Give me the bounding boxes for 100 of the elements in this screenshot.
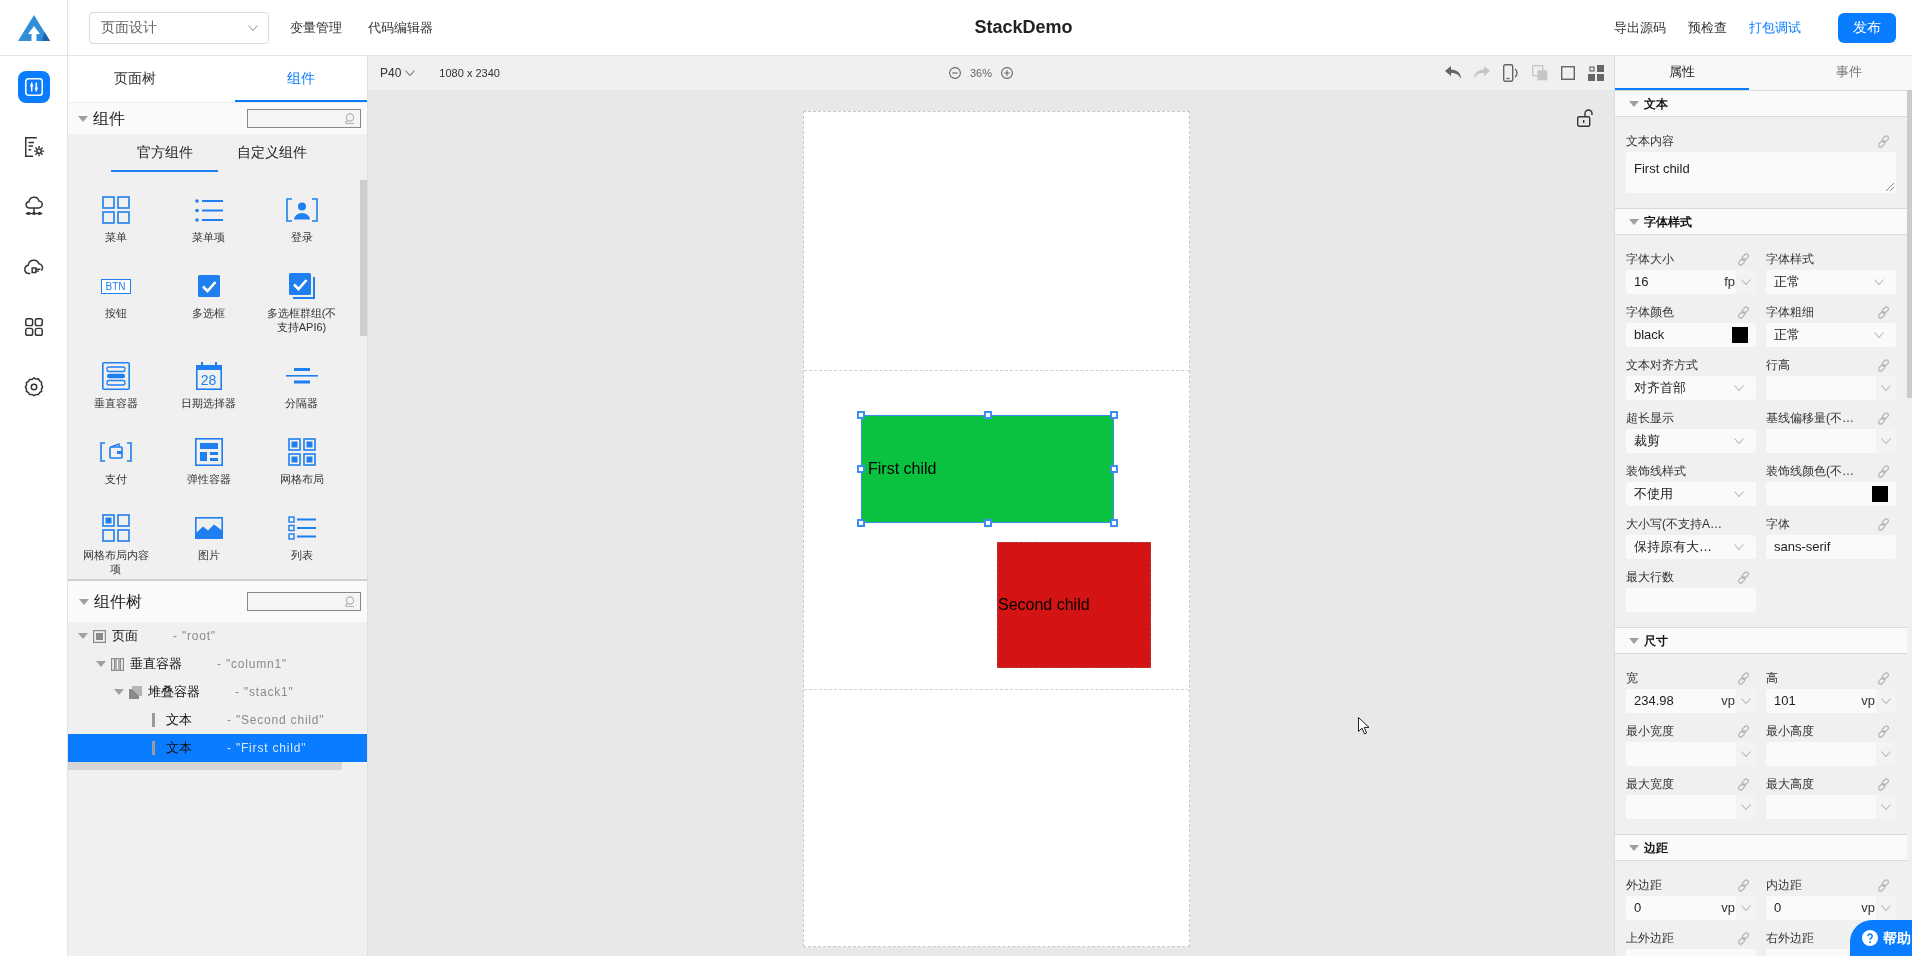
component-tile[interactable]: 菜单项: [162, 182, 255, 258]
section-header[interactable]: 文本: [1615, 90, 1907, 117]
component-tile[interactable]: 网格布局内容项: [69, 500, 162, 579]
component-tile[interactable]: 多选框群组(不支持API6): [255, 258, 348, 348]
text-block[interactable]: First child: [861, 415, 1114, 523]
component-tile[interactable]: 列表: [255, 500, 348, 576]
number-field[interactable]: 234.98: [1626, 689, 1722, 713]
section-header[interactable]: 边距: [1615, 834, 1907, 861]
caret-down-icon[interactable]: [1629, 218, 1639, 225]
link-icon[interactable]: [1877, 464, 1890, 478]
caret-down-icon[interactable]: [79, 598, 89, 605]
color-swatch-icon[interactable]: [1732, 327, 1748, 343]
link-icon[interactable]: [1737, 570, 1750, 584]
tree-item[interactable]: 文本 - "First child": [68, 734, 367, 762]
search-field[interactable]: [247, 109, 361, 128]
sub-tab[interactable]: 官方组件: [111, 134, 218, 172]
link-icon[interactable]: [1737, 252, 1750, 266]
link-icon[interactable]: [1737, 671, 1750, 685]
color-field[interactable]: black: [1626, 323, 1756, 347]
number-field[interactable]: 0: [1766, 896, 1862, 920]
unlocked-padlock-icon[interactable]: [1577, 109, 1593, 127]
primary-button[interactable]: 发布: [1838, 12, 1896, 43]
panel-tab[interactable]: 事件: [1749, 56, 1912, 90]
component-tile[interactable]: 登录: [255, 182, 348, 258]
sub-tab[interactable]: 自定义组件: [218, 134, 326, 172]
resize-handle[interactable]: [857, 465, 865, 473]
link-icon[interactable]: [1877, 358, 1890, 372]
device-select[interactable]: P40: [380, 64, 416, 82]
number-field[interactable]: 0: [1626, 896, 1722, 920]
link-icon[interactable]: [1737, 724, 1750, 738]
section-header[interactable]: 字体样式: [1615, 208, 1907, 235]
zoom-in-icon[interactable]: [1001, 67, 1013, 79]
tree-item[interactable]: 页面 - "root": [68, 622, 367, 650]
scrollbar[interactable]: [1907, 90, 1912, 398]
resize-handle[interactable]: [983, 519, 992, 527]
help-button[interactable]: 帮助: [1850, 920, 1912, 956]
tree-item[interactable]: 堆叠容器 - "stack1": [68, 678, 367, 706]
unit-select[interactable]: vp: [1721, 689, 1756, 713]
search-icon[interactable]: [344, 113, 355, 124]
resize-grip-icon[interactable]: [1886, 183, 1894, 191]
resize-handle[interactable]: [1110, 519, 1118, 527]
resize-handle[interactable]: [857, 411, 865, 419]
link-icon[interactable]: [1877, 878, 1890, 892]
unit-select[interactable]: vp: [1721, 896, 1756, 920]
panel-tab[interactable]: 页面树: [68, 56, 202, 102]
search-field[interactable]: [247, 592, 361, 611]
zoom-out-icon[interactable]: [949, 67, 961, 79]
component-tile[interactable]: BTN 按钮: [69, 258, 162, 334]
unit-select[interactable]: vp: [1861, 689, 1896, 713]
square-icon[interactable]: [1561, 66, 1575, 80]
link-icon[interactable]: [1877, 777, 1890, 791]
component-tile[interactable]: 网格布局: [255, 424, 348, 500]
unit-select[interactable]: vp: [1861, 896, 1896, 920]
component-tile[interactable]: 图片: [162, 500, 255, 576]
link-icon[interactable]: [1877, 517, 1890, 531]
caret-down-icon[interactable]: [114, 689, 124, 695]
select-field[interactable]: 正常: [1766, 323, 1896, 347]
scrollbar[interactable]: [68, 762, 342, 770]
caret-down-icon[interactable]: [1629, 100, 1639, 107]
resize-handle[interactable]: [1110, 411, 1118, 419]
undo-icon[interactable]: [1445, 66, 1461, 80]
page-mode-select[interactable]: 页面设计: [89, 11, 269, 44]
select-field[interactable]: 保持原有大…: [1626, 535, 1756, 559]
resize-handle[interactable]: [857, 519, 865, 527]
unit-select[interactable]: fp: [1724, 270, 1756, 294]
text-block[interactable]: Second child: [997, 542, 1151, 668]
scrollbar[interactable]: [360, 180, 367, 336]
component-tile[interactable]: 28 日期选择器: [162, 348, 255, 424]
select-field[interactable]: 不使用: [1626, 482, 1756, 506]
nav-link[interactable]: 代码编辑器: [368, 17, 433, 38]
component-tile[interactable]: 菜单: [69, 182, 162, 258]
select-field[interactable]: 对齐首部: [1626, 376, 1756, 400]
toolbar-link[interactable]: 打包调试: [1749, 17, 1801, 38]
toolbar-link[interactable]: 预检查: [1688, 17, 1727, 38]
link-icon[interactable]: [1737, 931, 1750, 945]
nav-link[interactable]: 变量管理: [290, 17, 342, 38]
caret-down-icon[interactable]: [78, 633, 88, 639]
link-icon[interactable]: [1737, 777, 1750, 791]
component-tile[interactable]: 垂直容器: [69, 348, 162, 424]
caret-down-icon[interactable]: [96, 661, 106, 667]
link-icon[interactable]: [1877, 411, 1890, 425]
resize-handle[interactable]: [1110, 465, 1118, 473]
number-field[interactable]: 16: [1626, 270, 1725, 294]
link-icon[interactable]: [1877, 671, 1890, 685]
tree-item[interactable]: 文本 - "Second child": [68, 706, 367, 734]
text-area-field[interactable]: First child: [1626, 152, 1896, 193]
phone-rotate-icon[interactable]: [1503, 64, 1519, 82]
toolbar-link[interactable]: 导出源码: [1614, 17, 1666, 38]
select-field[interactable]: 裁剪: [1626, 429, 1756, 453]
component-tile[interactable]: 多选框: [162, 258, 255, 334]
search-icon[interactable]: [344, 596, 355, 607]
link-icon[interactable]: [1877, 134, 1890, 148]
link-icon[interactable]: [1877, 724, 1890, 738]
link-icon[interactable]: [1737, 305, 1750, 319]
section-header[interactable]: 尺寸: [1615, 627, 1907, 654]
caret-down-icon[interactable]: [78, 115, 88, 122]
text-field[interactable]: sans-serif: [1766, 535, 1896, 559]
color-swatch-icon[interactable]: [1872, 486, 1888, 502]
component-tile[interactable]: 分隔器: [255, 348, 348, 424]
component-tile[interactable]: 支付: [69, 424, 162, 500]
